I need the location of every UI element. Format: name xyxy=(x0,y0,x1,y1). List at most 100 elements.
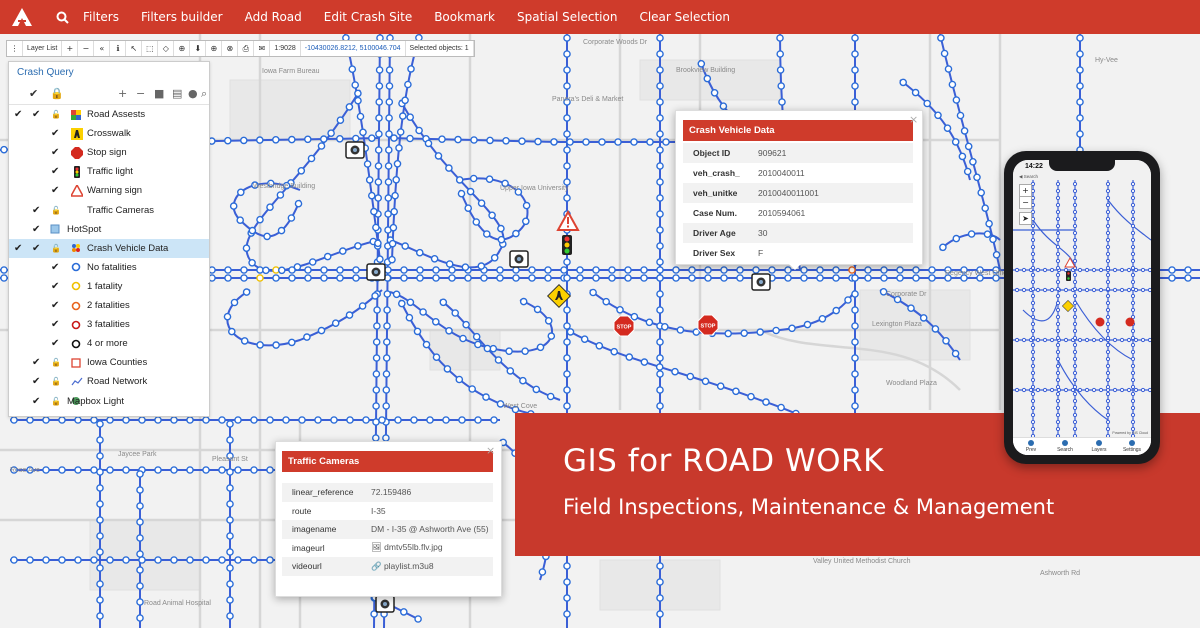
crash-point[interactable] xyxy=(136,582,144,590)
visibility-checkbox[interactable]: ✔ xyxy=(32,239,40,258)
crash-point[interactable] xyxy=(676,326,685,334)
crash-point[interactable] xyxy=(616,305,624,314)
crash-point[interactable] xyxy=(1076,98,1084,106)
crash-point[interactable] xyxy=(940,49,949,58)
layer-row[interactable]: ✔ 🔓 Traffic Cameras xyxy=(9,201,209,220)
nav-clear-selection[interactable]: Clear Selection xyxy=(639,10,730,24)
crash-point[interactable] xyxy=(816,266,824,274)
crash-point[interactable] xyxy=(375,114,383,122)
crash-point[interactable] xyxy=(656,594,664,602)
crash-point[interactable] xyxy=(74,556,82,564)
crash-point[interactable] xyxy=(320,274,328,282)
crash-point[interactable] xyxy=(348,65,357,73)
crash-point[interactable] xyxy=(534,137,542,146)
crash-point[interactable] xyxy=(375,130,383,138)
polygon-select-button[interactable]: ◇ xyxy=(158,41,175,56)
crash-point[interactable] xyxy=(490,253,499,262)
crash-point[interactable] xyxy=(335,134,344,143)
layer-row[interactable]: ✔ ✔ 🔓 Road Assests xyxy=(9,105,209,124)
crash-point[interactable] xyxy=(457,189,466,198)
crash-point[interactable] xyxy=(662,138,670,146)
crash-point[interactable] xyxy=(96,548,104,556)
crash-point[interactable] xyxy=(323,252,332,261)
crash-point[interactable] xyxy=(282,416,290,424)
lock-icon[interactable]: 🔓 xyxy=(51,372,61,391)
crash-point[interactable] xyxy=(518,137,526,145)
crash-point[interactable] xyxy=(472,218,481,226)
crash-point[interactable] xyxy=(563,386,571,394)
crash-point[interactable] xyxy=(1184,266,1192,274)
crash-point[interactable] xyxy=(474,340,482,349)
crash-point[interactable] xyxy=(262,266,270,275)
crash-point[interactable] xyxy=(656,338,664,346)
crash-point[interactable] xyxy=(404,80,412,89)
crash-point[interactable] xyxy=(0,266,8,274)
crash-point[interactable] xyxy=(393,159,402,168)
expand-toggle[interactable]: ✔ xyxy=(14,105,22,124)
crash-point[interactable] xyxy=(234,416,242,424)
crash-point[interactable] xyxy=(96,420,104,428)
crash-point[interactable] xyxy=(419,308,427,316)
crash-point[interactable] xyxy=(704,266,712,274)
crash-point[interactable] xyxy=(405,313,414,322)
crash-point[interactable] xyxy=(384,178,393,186)
crash-point[interactable] xyxy=(307,154,316,163)
crash-point[interactable] xyxy=(336,116,345,124)
crash-point[interactable] xyxy=(656,130,664,138)
crash-point[interactable] xyxy=(640,266,648,274)
nav-spatial-selection[interactable]: Spatial Selection xyxy=(517,10,617,24)
crash-point[interactable] xyxy=(762,398,770,406)
crash-point[interactable] xyxy=(390,207,399,216)
crash-point[interactable] xyxy=(512,266,520,274)
crash-point[interactable] xyxy=(655,363,664,371)
crash-point[interactable] xyxy=(602,297,611,306)
crash-point[interactable] xyxy=(671,367,679,376)
crash-point[interactable] xyxy=(186,556,194,564)
crash-point[interactable] xyxy=(385,66,394,74)
crash-point[interactable] xyxy=(388,255,396,264)
crash-point[interactable] xyxy=(26,416,34,424)
crash-point[interactable] xyxy=(563,578,571,586)
visibility-checkbox[interactable]: ✔ xyxy=(32,201,40,220)
crash-point[interactable] xyxy=(563,194,571,202)
layer-row[interactable]: ✔ No fatalities xyxy=(9,258,209,277)
crash-point[interactable] xyxy=(899,78,908,87)
crash-point[interactable] xyxy=(656,178,664,186)
visibility-checkbox[interactable]: ✔ xyxy=(32,392,40,411)
visibility-checkbox[interactable]: ✔ xyxy=(51,296,59,315)
crash-point[interactable] xyxy=(832,266,840,274)
crash-point[interactable] xyxy=(939,243,947,252)
visibility-checkbox[interactable]: ✔ xyxy=(51,143,59,162)
crash-point[interactable] xyxy=(506,367,515,375)
crash-point[interactable] xyxy=(989,235,997,244)
crash-point[interactable] xyxy=(136,486,144,494)
traffic-camera-symbol[interactable] xyxy=(375,595,395,613)
crash-point[interactable] xyxy=(96,596,104,604)
crash-point[interactable] xyxy=(202,466,210,474)
crash-point[interactable] xyxy=(740,329,749,338)
crash-point[interactable] xyxy=(963,167,972,176)
crash-point[interactable] xyxy=(656,354,664,362)
crash-point[interactable] xyxy=(502,136,510,145)
print-button[interactable]: ⎙ xyxy=(238,41,255,56)
crash-point[interactable] xyxy=(372,386,381,394)
crash-point[interactable] xyxy=(672,274,680,282)
crash-point[interactable] xyxy=(230,298,239,307)
crash-point[interactable] xyxy=(951,138,960,146)
crash-point[interactable] xyxy=(384,194,393,202)
visibility-checkbox[interactable]: ✔ xyxy=(51,181,59,200)
crash-point[interactable] xyxy=(960,127,969,135)
user-icon[interactable]: ● xyxy=(188,87,198,100)
crash-point[interactable] xyxy=(236,188,245,197)
crash-point[interactable] xyxy=(563,66,571,74)
crash-point[interactable] xyxy=(563,306,571,314)
crash-point[interactable] xyxy=(907,304,915,313)
close-icon[interactable]: × xyxy=(486,444,495,457)
crash-point[interactable] xyxy=(383,290,392,298)
crash-point[interactable] xyxy=(944,65,953,73)
crash-point[interactable] xyxy=(345,311,354,319)
crash-point[interactable] xyxy=(656,274,664,282)
crash-point[interactable] xyxy=(469,174,478,183)
crash-point[interactable] xyxy=(96,436,104,444)
lock-icon[interactable]: 🔓 xyxy=(51,105,61,124)
